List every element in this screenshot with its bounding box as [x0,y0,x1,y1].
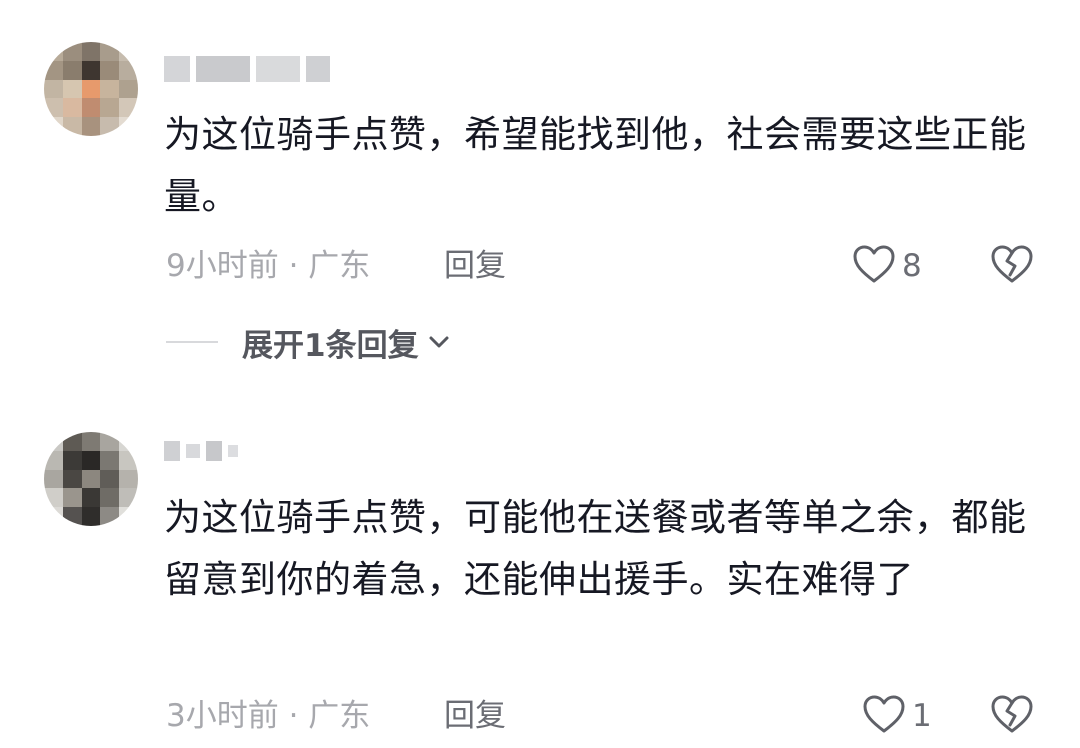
broken-heart-icon [990,694,1034,738]
reply-button[interactable]: 回复 [444,694,506,738]
like-count: 1 [912,698,932,734]
avatar[interactable] [44,432,138,526]
heart-outline-icon [862,694,906,738]
dislike-button[interactable] [990,694,1034,738]
like-button[interactable]: 1 [862,694,932,738]
comment-meta: 3小时前 · 广东 [166,698,371,734]
username-blurred[interactable] [164,436,238,466]
comment-text: 为这位骑手点赞，可能他在送餐或者等单之余，都能留意到你的着急，还能伸出援手。实在… [164,496,1027,601]
comment-item: 为这位骑手点赞，可能他在送餐或者等单之余，都能留意到你的着急，还能伸出援手。实在… [0,0,1080,748]
